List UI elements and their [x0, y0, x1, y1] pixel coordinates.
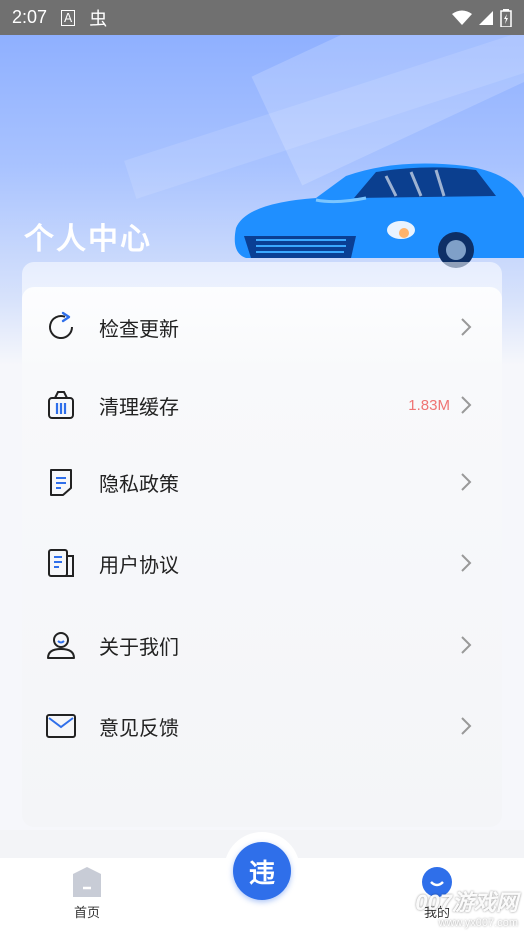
cache-size-value: 1.83M	[408, 396, 450, 414]
notification-bug-icon: 虫	[89, 8, 108, 30]
watermark-line-1: 007游戏网	[415, 890, 518, 915]
mail-icon	[44, 709, 78, 743]
user-icon	[44, 628, 78, 662]
menu-item-check-update[interactable]: 检查更新	[22, 297, 502, 357]
trash-basket-icon	[44, 388, 78, 422]
menu-item-user-agreement[interactable]: 用户协议	[22, 533, 502, 593]
home-icon	[73, 867, 101, 897]
agreement-icon	[44, 546, 78, 580]
menu-item-clear-cache[interactable]: 清理缓存 1.83M	[22, 375, 502, 435]
chevron-right-icon	[461, 636, 472, 654]
chevron-right-icon	[461, 396, 472, 414]
menu-card: 检查更新 清理缓存 1.83M 隐私政策 用户协议 关于我们 意见反馈	[22, 287, 502, 827]
chevron-right-icon	[461, 554, 472, 572]
menu-item-label: 关于我们	[99, 634, 179, 659]
signal-icon	[479, 10, 493, 25]
refresh-icon	[44, 310, 78, 344]
violation-query-button[interactable]: 违	[233, 842, 291, 900]
car-illustration	[234, 163, 524, 268]
watermark: 007游戏网 www.yx007.com	[415, 885, 518, 929]
menu-item-label: 清理缓存	[99, 394, 179, 419]
menu-item-label: 意见反馈	[99, 715, 179, 740]
watermark-line-2: www.yx007.com	[438, 917, 518, 929]
menu-item-privacy-policy[interactable]: 隐私政策	[22, 452, 502, 512]
chevron-right-icon	[461, 717, 472, 735]
menu-item-feedback[interactable]: 意见反馈	[22, 696, 502, 756]
page-title: 个人中心	[24, 222, 152, 257]
tab-home[interactable]: 首页	[42, 858, 132, 933]
notification-a-icon: A	[61, 9, 76, 26]
violation-glyph: 违	[248, 858, 275, 889]
menu-item-label: 隐私政策	[99, 471, 179, 496]
chevron-right-icon	[461, 473, 472, 491]
battery-icon	[500, 8, 512, 27]
document-icon	[44, 465, 78, 499]
tab-home-label: 首页	[73, 906, 100, 921]
menu-item-label: 用户协议	[99, 552, 179, 577]
status-bar: 2:07 A 虫	[0, 0, 524, 35]
wifi-icon	[452, 10, 472, 25]
menu-item-label: 检查更新	[99, 316, 179, 341]
status-time: 2:07	[12, 7, 48, 27]
menu-item-about-us[interactable]: 关于我们	[22, 615, 502, 675]
chevron-right-icon	[461, 318, 472, 336]
